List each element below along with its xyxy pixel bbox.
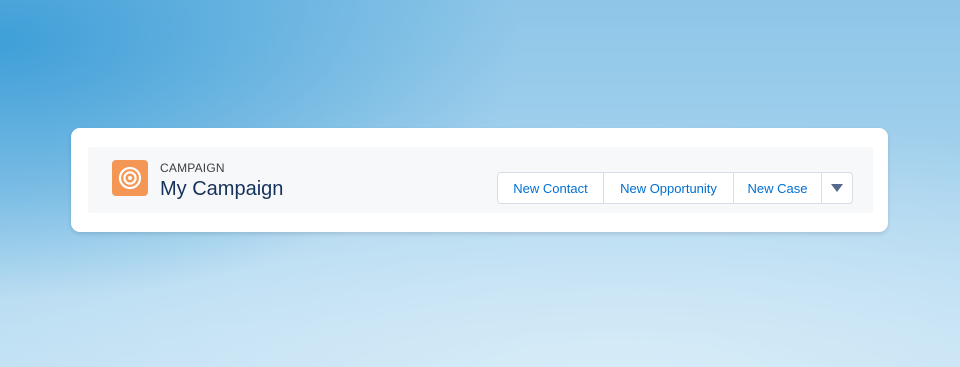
object-type-label: CAMPAIGN bbox=[160, 161, 225, 175]
new-contact-button[interactable]: New Contact bbox=[498, 173, 604, 203]
record-title: My Campaign bbox=[160, 178, 284, 200]
campaign-target-icon bbox=[112, 160, 148, 196]
new-opportunity-button[interactable]: New Opportunity bbox=[604, 173, 734, 203]
record-titles: CAMPAIGN My Campaign bbox=[160, 161, 283, 201]
action-button-group: New Contact New Opportunity New Case bbox=[497, 172, 853, 204]
page-header: CAMPAIGN My Campaign New Contact New Opp… bbox=[88, 147, 873, 213]
record-header-card: CAMPAIGN My Campaign New Contact New Opp… bbox=[71, 128, 888, 232]
more-actions-button[interactable] bbox=[822, 173, 852, 203]
chevron-down-icon bbox=[831, 184, 843, 192]
new-case-button[interactable]: New Case bbox=[734, 173, 822, 203]
